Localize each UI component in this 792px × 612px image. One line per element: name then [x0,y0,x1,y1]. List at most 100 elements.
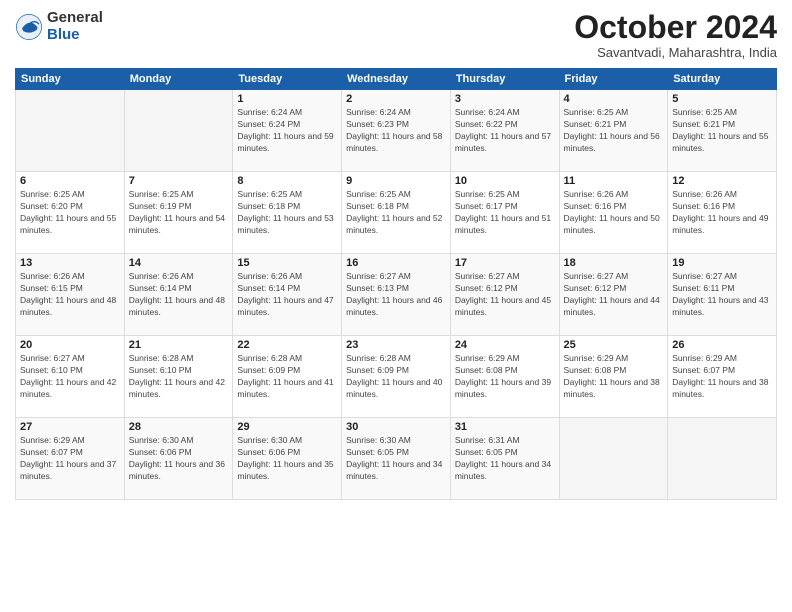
week-row-1: 6 Sunrise: 6:25 AMSunset: 6:20 PMDaylight… [16,172,777,254]
day-info: Sunrise: 6:28 AMSunset: 6:10 PMDaylight:… [129,353,229,401]
calendar-cell: 24Sunrise: 6:29 AMSunset: 6:08 PMDayligh… [450,336,559,418]
calendar-cell: 7 Sunrise: 6:25 AMSunset: 6:19 PMDaylight… [124,172,233,254]
calendar-cell: 18 Sunrise: 6:27 AMSunset: 6:12 PMDayligh… [559,254,668,336]
calendar-cell: 21 Sunrise: 6:28 AMSunset: 6:10 PMDayligh… [124,336,233,418]
day-info: Sunrise: 6:25 AMSunset: 6:17 PMDaylight:… [455,189,555,237]
day-info: Sunrise: 6:25 AMSunset: 6:18 PMDaylight:… [346,189,446,237]
day-header-tuesday: Tuesday [233,69,342,90]
day-number: 19 [672,257,772,269]
day-number: 17 [455,257,555,269]
header-row: SundayMondayTuesdayWednesdayThursdayFrid… [16,69,777,90]
logo-general-text: General [47,10,103,27]
day-header-sunday: Sunday [16,69,125,90]
calendar-cell: 26Sunrise: 6:29 AMSunset: 6:07 PMDayligh… [668,336,777,418]
day-number: 25 [564,339,664,351]
header: General Blue October 2024 Savantvadi, Ma… [15,10,777,60]
day-number: 21 [129,339,229,351]
day-info: Sunrise: 6:30 AMSunset: 6:06 PMDaylight:… [129,435,229,483]
day-info: Sunrise: 6:26 AMSunset: 6:15 PMDaylight:… [20,271,120,319]
calendar-cell: 28Sunrise: 6:30 AMSunset: 6:06 PMDayligh… [124,418,233,500]
day-number: 12 [672,175,772,187]
calendar-cell: 4 Sunrise: 6:25 AMSunset: 6:21 PMDaylight… [559,90,668,172]
day-info: Sunrise: 6:30 AMSunset: 6:06 PMDaylight:… [237,435,337,483]
calendar-cell: 22Sunrise: 6:28 AMSunset: 6:09 PMDayligh… [233,336,342,418]
week-row-2: 13 Sunrise: 6:26 AMSunset: 6:15 PMDayligh… [16,254,777,336]
day-info: Sunrise: 6:28 AMSunset: 6:09 PMDaylight:… [346,353,446,401]
day-info: Sunrise: 6:26 AMSunset: 6:14 PMDaylight:… [237,271,337,319]
day-number: 11 [564,175,664,187]
calendar-cell [16,90,125,172]
calendar-cell [124,90,233,172]
day-number: 18 [564,257,664,269]
day-number: 31 [455,421,555,433]
day-info: Sunrise: 6:31 AMSunset: 6:05 PMDaylight:… [455,435,555,483]
calendar-cell: 10 Sunrise: 6:25 AMSunset: 6:17 PMDayligh… [450,172,559,254]
week-row-4: 27 Sunrise: 6:29 AMSunset: 6:07 PMDayligh… [16,418,777,500]
calendar-cell: 6 Sunrise: 6:25 AMSunset: 6:20 PMDaylight… [16,172,125,254]
logo-text: General Blue [47,10,103,43]
week-row-0: 1 Sunrise: 6:24 AMSunset: 6:24 PMDaylight… [16,90,777,172]
calendar-cell: 30 Sunrise: 6:30 AMSunset: 6:05 PMDayligh… [342,418,451,500]
logo: General Blue [15,10,103,43]
day-number: 4 [564,93,664,105]
day-info: Sunrise: 6:26 AMSunset: 6:16 PMDaylight:… [564,189,664,237]
day-number: 16 [346,257,446,269]
day-number: 27 [20,421,120,433]
calendar-cell: 5 Sunrise: 6:25 AMSunset: 6:21 PMDaylight… [668,90,777,172]
day-header-wednesday: Wednesday [342,69,451,90]
day-info: Sunrise: 6:30 AMSunset: 6:05 PMDaylight:… [346,435,446,483]
day-number: 20 [20,339,120,351]
day-header-friday: Friday [559,69,668,90]
calendar-cell: 1 Sunrise: 6:24 AMSunset: 6:24 PMDaylight… [233,90,342,172]
calendar-cell: 2Sunrise: 6:24 AMSunset: 6:23 PMDaylight… [342,90,451,172]
calendar-cell: 9Sunrise: 6:25 AMSunset: 6:18 PMDaylight… [342,172,451,254]
day-info: Sunrise: 6:28 AMSunset: 6:09 PMDaylight:… [237,353,337,401]
calendar-cell: 14Sunrise: 6:26 AMSunset: 6:14 PMDayligh… [124,254,233,336]
day-number: 8 [237,175,337,187]
day-info: Sunrise: 6:27 AMSunset: 6:11 PMDaylight:… [672,271,772,319]
calendar-cell: 3Sunrise: 6:24 AMSunset: 6:22 PMDaylight… [450,90,559,172]
day-number: 13 [20,257,120,269]
subtitle: Savantvadi, Maharashtra, India [574,45,777,60]
calendar-cell: 23Sunrise: 6:28 AMSunset: 6:09 PMDayligh… [342,336,451,418]
calendar-cell: 17 Sunrise: 6:27 AMSunset: 6:12 PMDayligh… [450,254,559,336]
day-number: 6 [20,175,120,187]
day-info: Sunrise: 6:29 AMSunset: 6:07 PMDaylight:… [20,435,120,483]
logo-icon [15,13,43,41]
calendar-cell: 29 Sunrise: 6:30 AMSunset: 6:06 PMDayligh… [233,418,342,500]
day-number: 15 [237,257,337,269]
day-info: Sunrise: 6:27 AMSunset: 6:13 PMDaylight:… [346,271,446,319]
week-row-3: 20Sunrise: 6:27 AMSunset: 6:10 PMDayligh… [16,336,777,418]
day-info: Sunrise: 6:25 AMSunset: 6:20 PMDaylight:… [20,189,120,237]
day-number: 10 [455,175,555,187]
day-info: Sunrise: 6:25 AMSunset: 6:19 PMDaylight:… [129,189,229,237]
calendar-cell: 8 Sunrise: 6:25 AMSunset: 6:18 PMDaylight… [233,172,342,254]
day-info: Sunrise: 6:27 AMSunset: 6:12 PMDaylight:… [455,271,555,319]
day-info: Sunrise: 6:25 AMSunset: 6:21 PMDaylight:… [564,107,664,155]
day-info: Sunrise: 6:24 AMSunset: 6:24 PMDaylight:… [237,107,337,155]
calendar-cell: 27 Sunrise: 6:29 AMSunset: 6:07 PMDayligh… [16,418,125,500]
day-info: Sunrise: 6:25 AMSunset: 6:18 PMDaylight:… [237,189,337,237]
calendar-cell: 15 Sunrise: 6:26 AMSunset: 6:14 PMDayligh… [233,254,342,336]
day-info: Sunrise: 6:27 AMSunset: 6:12 PMDaylight:… [564,271,664,319]
title-area: October 2024 Savantvadi, Maharashtra, In… [574,10,777,60]
day-info: Sunrise: 6:25 AMSunset: 6:21 PMDaylight:… [672,107,772,155]
day-number: 29 [237,421,337,433]
day-header-thursday: Thursday [450,69,559,90]
calendar-cell: 31 Sunrise: 6:31 AMSunset: 6:05 PMDayligh… [450,418,559,500]
page: General Blue October 2024 Savantvadi, Ma… [0,0,792,612]
calendar-cell: 19 Sunrise: 6:27 AMSunset: 6:11 PMDayligh… [668,254,777,336]
day-number: 5 [672,93,772,105]
day-info: Sunrise: 6:29 AMSunset: 6:08 PMDaylight:… [455,353,555,401]
day-number: 14 [129,257,229,269]
day-header-saturday: Saturday [668,69,777,90]
calendar-table: SundayMondayTuesdayWednesdayThursdayFrid… [15,68,777,500]
day-number: 7 [129,175,229,187]
calendar-cell: 13 Sunrise: 6:26 AMSunset: 6:15 PMDayligh… [16,254,125,336]
day-number: 30 [346,421,446,433]
day-number: 3 [455,93,555,105]
day-info: Sunrise: 6:26 AMSunset: 6:16 PMDaylight:… [672,189,772,237]
day-number: 1 [237,93,337,105]
day-info: Sunrise: 6:24 AMSunset: 6:23 PMDaylight:… [346,107,446,155]
day-info: Sunrise: 6:29 AMSunset: 6:08 PMDaylight:… [564,353,664,401]
